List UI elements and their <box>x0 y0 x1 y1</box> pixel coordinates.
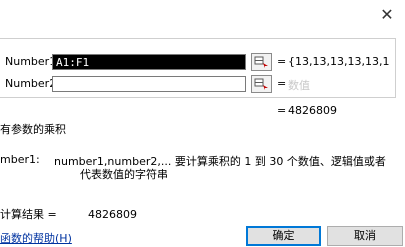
ok-button[interactable]: 确定 <box>246 226 321 246</box>
function-description: 有参数的乘积 <box>0 123 66 136</box>
number2-equals: = <box>277 77 287 90</box>
function-help-link[interactable]: 函数的帮助(H) <box>0 230 72 246</box>
close-icon[interactable]: ✕ <box>378 6 396 24</box>
formula-result-value: 4826809 <box>288 104 337 117</box>
number2-input[interactable] <box>52 76 246 92</box>
range-select-icon <box>254 78 268 90</box>
number1-label: Number1 <box>5 55 57 68</box>
number1-input[interactable]: A1:F1 <box>52 54 246 70</box>
collapse-dialog-button-1[interactable] <box>251 53 272 71</box>
collapse-dialog-button-2[interactable] <box>251 75 272 93</box>
cancel-button[interactable]: 取消 <box>327 226 403 246</box>
calc-result-value: 4826809 <box>88 208 137 221</box>
range-select-icon <box>254 56 268 68</box>
number1-equals: = <box>277 55 287 68</box>
number2-label: Number2 <box>5 77 57 90</box>
number2-result: 数值 <box>288 79 310 92</box>
argument-help-line2: 代表数值的字符串 <box>80 168 168 181</box>
argument-help-label: mber1: <box>0 153 40 166</box>
dialog-title-bar: ✕ <box>0 0 405 30</box>
formula-result-equals: = <box>277 104 287 117</box>
number1-result: {13,13,13,13,13,1 <box>288 55 390 68</box>
calc-result-label: 计算结果 = <box>0 208 57 221</box>
